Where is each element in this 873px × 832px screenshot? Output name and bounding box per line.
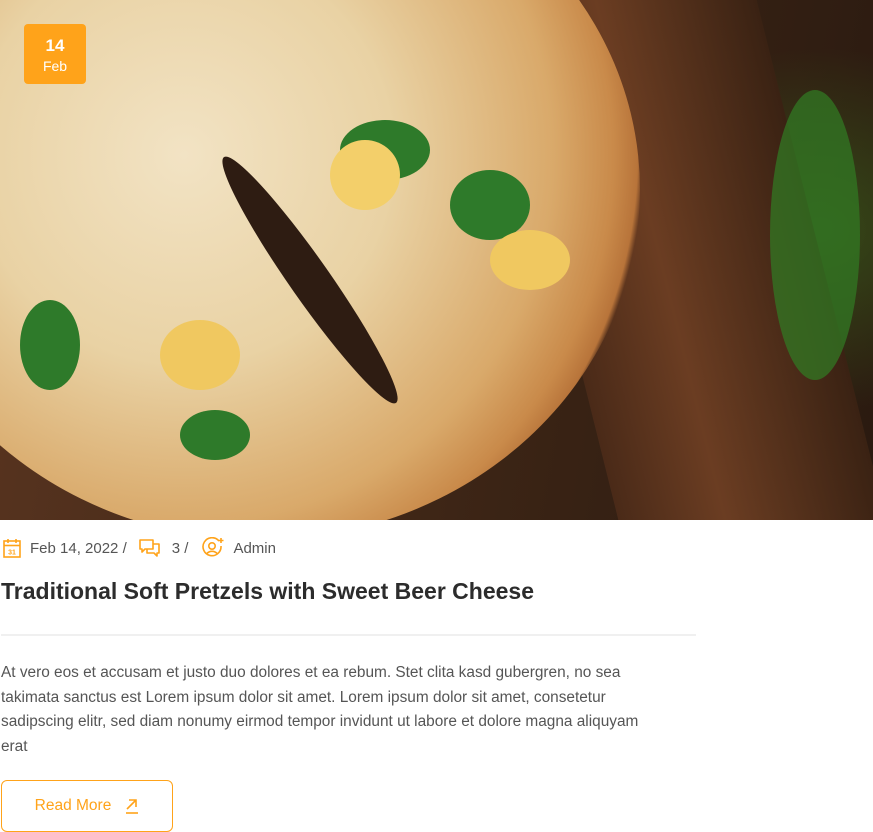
cilantro-garnish: [770, 90, 860, 380]
calendar-icon: 31: [3, 539, 21, 558]
cilantro: [180, 410, 250, 460]
pineapple: [160, 320, 240, 390]
comments-icon: [138, 538, 160, 557]
comment-count[interactable]: 3 /: [172, 540, 189, 557]
arrow-up-right-icon: [126, 798, 139, 814]
post-excerpt: At vero eos et accusam et justo duo dolo…: [1, 664, 639, 755]
date-badge-day: 14: [45, 36, 65, 55]
date-badge-month: Feb: [42, 58, 68, 74]
read-more-button[interactable]: Read More: [1, 780, 173, 832]
pineapple: [490, 230, 570, 290]
date-badge: 14 Feb: [24, 24, 86, 84]
user-plus-icon: [202, 537, 224, 557]
cilantro: [450, 170, 530, 240]
cilantro: [20, 300, 80, 390]
read-more-label: Read More: [34, 797, 112, 814]
post-meta: 31 Feb 14, 2022 / 3 / Admin: [3, 537, 276, 559]
pineapple: [330, 140, 400, 210]
post-date: Feb 14, 2022 /: [30, 539, 127, 557]
post-featured-image[interactable]: 14 Feb: [0, 0, 873, 520]
post-title[interactable]: Traditional Soft Pretzels with Sweet Bee…: [1, 578, 534, 605]
post-author[interactable]: Admin: [233, 540, 276, 557]
svg-text:31: 31: [8, 550, 16, 557]
divider: [1, 634, 696, 636]
